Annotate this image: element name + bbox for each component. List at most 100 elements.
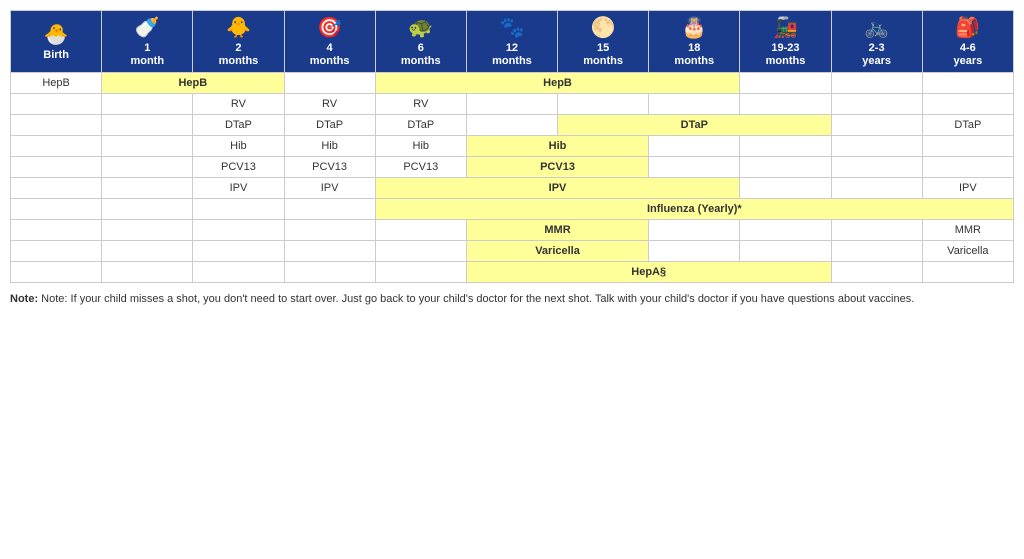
header-18months: 🎂 18months	[649, 11, 740, 73]
dtap-2mo: DTaP	[193, 115, 284, 136]
header-1923months: 🚂 19-23months	[740, 11, 831, 73]
varicella-2mo-empty	[193, 241, 284, 262]
pcv13-4mo: PCV13	[284, 157, 375, 178]
hepa-1mo-empty	[102, 262, 193, 283]
1month-icon: 🍼	[108, 15, 186, 40]
pcv13-2mo: PCV13	[193, 157, 284, 178]
hepa-46yr-empty	[922, 262, 1013, 283]
dtap-6mo: DTaP	[375, 115, 466, 136]
mmr-18mo-empty	[649, 220, 740, 241]
hepb-6-18mo: HepB	[375, 73, 740, 94]
hepb-46yr-empty	[922, 73, 1013, 94]
ipv-2mo: IPV	[193, 178, 284, 199]
header-6months: 🐢 6months	[375, 11, 466, 73]
varicella-23yr-empty	[831, 241, 922, 262]
varicella-1923mo-empty	[740, 241, 831, 262]
6months-icon: 🐢	[382, 15, 460, 40]
note-text: Note: If your child misses a shot, you d…	[41, 293, 914, 305]
hepa-birth-empty	[11, 262, 102, 283]
hib-4mo: Hib	[284, 136, 375, 157]
2months-icon: 🐥	[199, 15, 277, 40]
hib-1923mo-empty	[740, 136, 831, 157]
46years-label: 4-6years	[929, 42, 1007, 68]
hib-23yr-empty	[831, 136, 922, 157]
varicella-18mo-empty	[649, 241, 740, 262]
mmr-birth-empty	[11, 220, 102, 241]
pcv13-6mo: PCV13	[375, 157, 466, 178]
ipv-23yr-empty	[831, 178, 922, 199]
ipv-6-18mo: IPV	[375, 178, 740, 199]
dtap-15-1923mo: DTaP	[558, 115, 832, 136]
dtap-46yr: DTaP	[922, 115, 1013, 136]
vaccine-schedule-table: 🐣 Birth 🍼 1month 🐥 2months 🎯 4months 🐢	[10, 10, 1014, 283]
pcv13-row: PCV13 PCV13 PCV13 PCV13	[11, 157, 1014, 178]
varicella-birth-empty	[11, 241, 102, 262]
mmr-23yr-empty	[831, 220, 922, 241]
ipv-1923mo-empty	[740, 178, 831, 199]
influenza-row: Influenza (Yearly)*	[11, 199, 1014, 220]
mmr-6mo-empty	[375, 220, 466, 241]
pcv13-18mo-empty	[649, 157, 740, 178]
dtap-1mo-empty	[102, 115, 193, 136]
header-23years: 🚲 2-3years	[831, 11, 922, 73]
rv-46yr-empty	[922, 94, 1013, 115]
hib-1mo-empty	[102, 136, 193, 157]
hib-2mo: Hib	[193, 136, 284, 157]
hepa-12-1923mo: HepA§	[466, 262, 831, 283]
mmr-2mo-empty	[193, 220, 284, 241]
header-1month: 🍼 1month	[102, 11, 193, 73]
rv-6mo: RV	[375, 94, 466, 115]
hib-6mo: Hib	[375, 136, 466, 157]
12months-icon: 🐾	[473, 15, 551, 40]
hepb-row: HepB HepB HepB	[11, 73, 1014, 94]
pcv13-23yr-empty	[831, 157, 922, 178]
mmr-row: MMR MMR	[11, 220, 1014, 241]
dtap-23yr-empty	[831, 115, 922, 136]
rv-23yr-empty	[831, 94, 922, 115]
4months-label: 4months	[291, 42, 369, 68]
rv-12mo-empty	[466, 94, 557, 115]
dtap-12mo-empty	[466, 115, 557, 136]
1923months-icon: 🚂	[746, 15, 824, 40]
varicella-12-15mo: Varicella	[466, 241, 648, 262]
varicella-4mo-empty	[284, 241, 375, 262]
pcv13-birth-empty	[11, 157, 102, 178]
rv-birth-empty	[11, 94, 102, 115]
varicella-1mo-empty	[102, 241, 193, 262]
mmr-12-15mo: MMR	[466, 220, 648, 241]
15months-icon: 🌕	[564, 15, 642, 40]
header-birth: 🐣 Birth	[11, 11, 102, 73]
birth-icon: 🐣	[17, 22, 95, 47]
hib-46yr-empty	[922, 136, 1013, 157]
note-label: Note:	[10, 293, 38, 305]
23years-icon: 🚲	[838, 15, 916, 40]
2months-label: 2months	[199, 42, 277, 68]
pcv13-1mo-empty	[102, 157, 193, 178]
rv-18mo-empty	[649, 94, 740, 115]
dtap-4mo: DTaP	[284, 115, 375, 136]
rv-1mo-empty	[102, 94, 193, 115]
pcv13-1923mo-empty	[740, 157, 831, 178]
influenza-6mo-plus: Influenza (Yearly)*	[375, 199, 1013, 220]
header-15months: 🌕 15months	[558, 11, 649, 73]
hepb-4mo-empty	[284, 73, 375, 94]
hepa-6mo-empty	[375, 262, 466, 283]
46years-icon: 🎒	[929, 15, 1007, 40]
ipv-1mo-empty	[102, 178, 193, 199]
header-2months: 🐥 2months	[193, 11, 284, 73]
hepb-birth-label: HepB	[11, 73, 102, 94]
23years-label: 2-3years	[838, 42, 916, 68]
header-4months: 🎯 4months	[284, 11, 375, 73]
mmr-46yr: MMR	[922, 220, 1013, 241]
rv-4mo: RV	[284, 94, 375, 115]
dtap-birth-empty	[11, 115, 102, 136]
header-12months: 🐾 12months	[466, 11, 557, 73]
mmr-1923mo-empty	[740, 220, 831, 241]
influenza-4mo-empty	[284, 199, 375, 220]
6months-label: 6months	[382, 42, 460, 68]
15months-label: 15months	[564, 42, 642, 68]
rv-row: RV RV RV	[11, 94, 1014, 115]
ipv-row: IPV IPV IPV IPV	[11, 178, 1014, 199]
hepa-23yr-empty	[831, 262, 922, 283]
rv-1923mo-empty	[740, 94, 831, 115]
